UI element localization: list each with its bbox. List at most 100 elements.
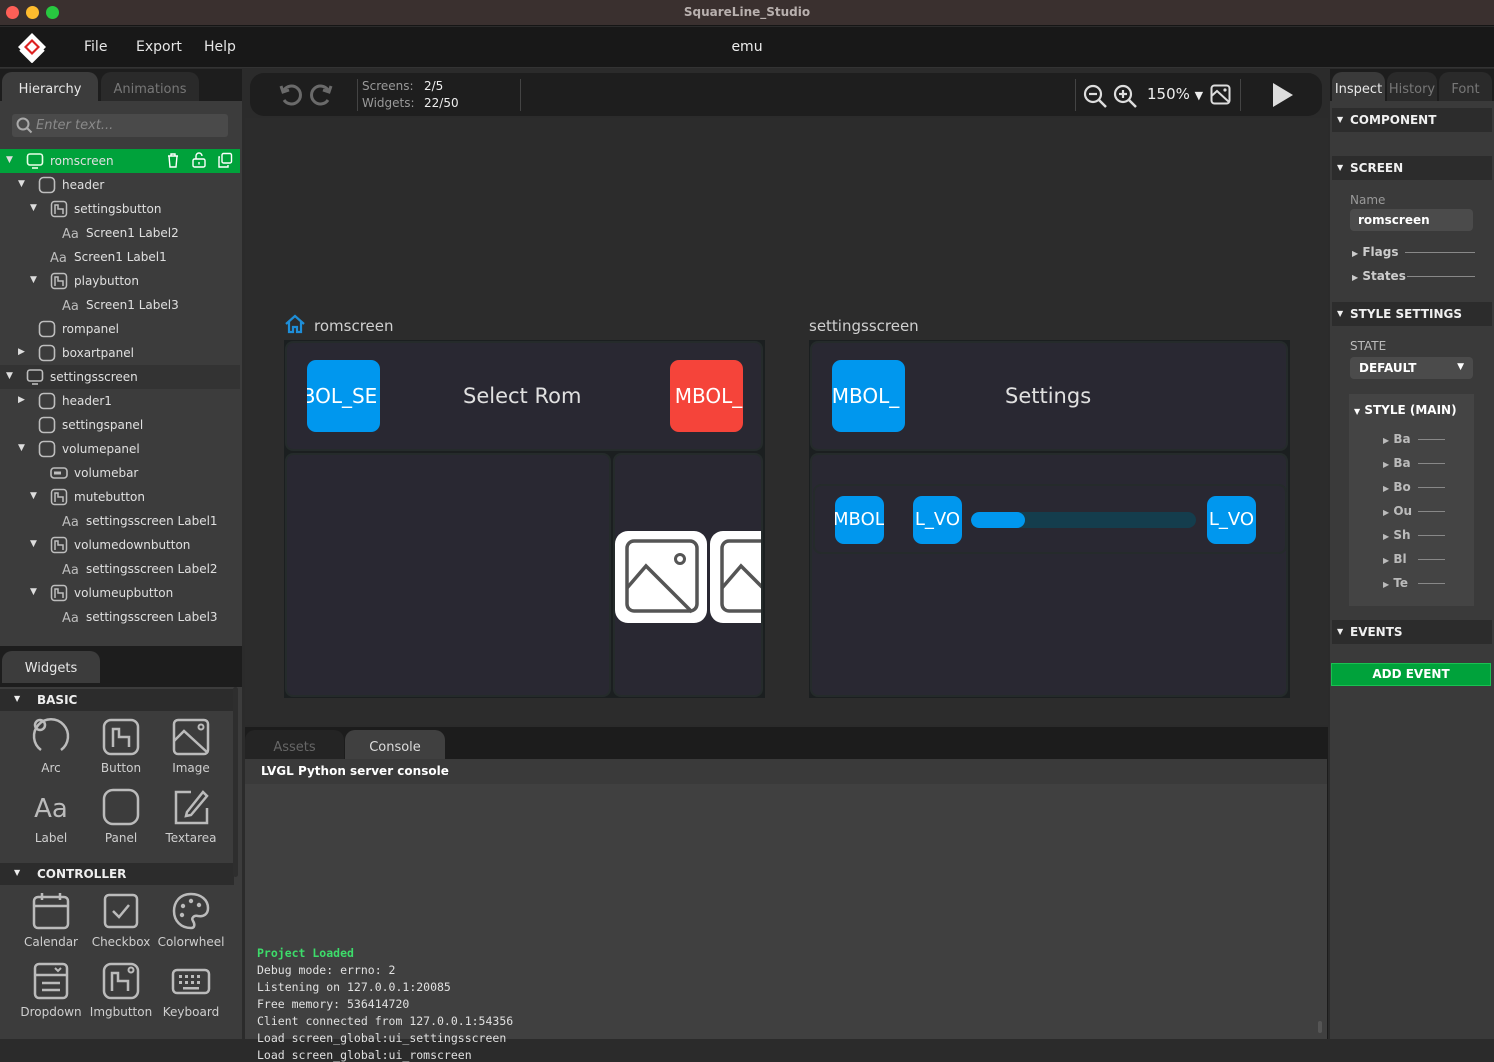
widget-dropdown[interactable]: Dropdown: [16, 961, 86, 1029]
tree-item-volumedownbutton[interactable]: ▼ volumedownbutton: [0, 533, 240, 557]
flags-toggle[interactable]: ▶ Flags: [1352, 245, 1398, 259]
section-events[interactable]: ▼ EVENTS: [1332, 620, 1492, 644]
collapse-arrow-icon[interactable]: ▼: [18, 179, 25, 189]
style-property-toggle[interactable]: ▶ Ba: [1383, 432, 1411, 446]
play-simulator-icon[interactable]: [1271, 82, 1295, 108]
tree-item-settingsscreen-label3[interactable]: Aa settingsscreen Label3: [0, 605, 240, 629]
romscreen-header-panel[interactable]: BOL_SE Select Rom MBOL_: [285, 341, 763, 451]
state-dropdown[interactable]: DEFAULT ▼: [1350, 357, 1473, 379]
hierarchy-search[interactable]: [12, 114, 228, 137]
widget-colorwheel[interactable]: Colorwheel: [156, 891, 226, 959]
play-button[interactable]: MBOL_: [670, 360, 743, 432]
collapse-arrow-icon[interactable]: ▼: [6, 155, 13, 165]
settings-header-panel[interactable]: MBOL_ Settings: [810, 341, 1288, 451]
duplicate-icon[interactable]: [217, 152, 235, 170]
settings-button[interactable]: BOL_SE: [307, 360, 380, 432]
tree-item-settingsscreen-label1[interactable]: Aa settingsscreen Label1: [0, 509, 240, 533]
hierarchy-search-input[interactable]: [36, 114, 222, 137]
category-basic[interactable]: ▼ BASIC: [0, 689, 234, 711]
tab-animations[interactable]: Animations: [101, 72, 199, 104]
widget-arc[interactable]: Arc: [16, 717, 86, 785]
back-button[interactable]: MBOL_: [832, 360, 905, 432]
tab-console[interactable]: Console: [345, 730, 445, 760]
zoom-out-icon[interactable]: [1082, 83, 1108, 109]
widget-imgbutton[interactable]: Imgbutton: [86, 961, 156, 1029]
tab-font[interactable]: Font: [1439, 72, 1492, 104]
widget-label[interactable]: Aa Label: [16, 787, 86, 855]
tree-item-romscreen[interactable]: ▼ romscreen: [0, 149, 240, 173]
volume-down-button[interactable]: L_VO: [913, 496, 962, 544]
rom-panel[interactable]: [285, 453, 611, 697]
widget-calendar[interactable]: Calendar: [16, 891, 86, 959]
settingsscreen-frame[interactable]: MBOL_ Settings MBOL L_VO L_VO: [809, 340, 1290, 698]
tree-item-volumeupbutton[interactable]: ▼ volumeupbutton: [0, 581, 240, 605]
mute-button[interactable]: MBOL: [835, 496, 884, 544]
style-main-toggle[interactable]: ▼ STYLE (MAIN): [1354, 403, 1457, 417]
volume-up-button[interactable]: L_VO: [1207, 496, 1256, 544]
style-property-toggle[interactable]: ▶ Sh: [1383, 528, 1411, 542]
design-canvas[interactable]: romscreen BOL_SE Select Rom MBOL_ settin…: [245, 118, 1328, 725]
section-screen[interactable]: ▼ SCREEN: [1332, 156, 1492, 180]
boxart-panel[interactable]: [613, 453, 763, 697]
settings-panel[interactable]: MBOL L_VO L_VO: [810, 453, 1288, 697]
widget-button[interactable]: Button: [86, 717, 156, 785]
background-image-icon[interactable]: [1210, 84, 1231, 105]
tab-hierarchy[interactable]: Hierarchy: [2, 72, 98, 104]
tab-history[interactable]: History: [1387, 72, 1437, 104]
collapse-arrow-icon[interactable]: ▼: [30, 491, 37, 501]
collapse-arrow-icon[interactable]: ▼: [30, 275, 37, 285]
widgets-scrollbar[interactable]: [233, 687, 238, 877]
volume-bar[interactable]: [971, 512, 1196, 528]
undo-icon[interactable]: [278, 82, 304, 108]
collapse-arrow-icon[interactable]: ▼: [6, 371, 13, 381]
widget-panel[interactable]: Panel: [86, 787, 156, 855]
tree-item-screen1-label2[interactable]: Aa Screen1 Label2: [0, 221, 240, 245]
tree-item-settingsbutton[interactable]: ▼ settingsbutton: [0, 197, 240, 221]
tab-assets[interactable]: Assets: [245, 730, 344, 760]
collapse-arrow-icon[interactable]: ▼: [30, 203, 37, 213]
widget-checkbox[interactable]: Checkbox: [86, 891, 156, 959]
romscreen-title[interactable]: romscreen: [314, 317, 394, 335]
tree-item-boxartpanel[interactable]: ▶ boxartpanel: [0, 341, 240, 365]
style-property-toggle[interactable]: ▶ Ba: [1383, 456, 1411, 470]
expand-arrow-icon[interactable]: ▶: [18, 347, 25, 357]
unlock-icon[interactable]: [191, 152, 209, 170]
add-event-button[interactable]: ADD EVENT: [1331, 663, 1491, 686]
tree-item-rompanel[interactable]: rompanel: [0, 317, 240, 341]
screen-name-input[interactable]: romscreen: [1350, 209, 1473, 231]
style-property-toggle[interactable]: ▶ Ou: [1383, 504, 1412, 518]
section-component[interactable]: ▼ COMPONENT: [1332, 108, 1492, 132]
style-property-toggle[interactable]: ▶ Te: [1383, 576, 1408, 590]
tree-item-screen1-label3[interactable]: Aa Screen1 Label3: [0, 293, 240, 317]
collapse-arrow-icon[interactable]: ▼: [18, 443, 25, 453]
collapse-arrow-icon[interactable]: ▼: [30, 587, 37, 597]
tree-item-header[interactable]: ▼ header: [0, 173, 240, 197]
tree-item-volumebar[interactable]: volumebar: [0, 461, 240, 485]
trash-icon[interactable]: [165, 152, 183, 170]
collapse-arrow-icon[interactable]: ▼: [30, 539, 37, 549]
select-rom-label[interactable]: Select Rom: [463, 384, 581, 408]
widget-image[interactable]: Image: [156, 717, 226, 785]
redo-icon[interactable]: [308, 82, 334, 108]
settingsscreen-title[interactable]: settingsscreen: [809, 317, 919, 335]
section-style-settings[interactable]: ▼ STYLE SETTINGS: [1332, 302, 1492, 326]
console-scrollbar[interactable]: [1318, 1021, 1322, 1033]
tab-inspect[interactable]: Inspect: [1332, 72, 1385, 104]
tree-item-settingsscreen[interactable]: ▼ settingsscreen: [0, 365, 240, 389]
tree-item-settingsscreen-label2[interactable]: Aa settingsscreen Label2: [0, 557, 240, 581]
tab-widgets[interactable]: Widgets: [2, 651, 100, 683]
settings-label[interactable]: Settings: [1005, 384, 1091, 408]
zoom-in-icon[interactable]: [1112, 83, 1138, 109]
tree-item-screen1-label1[interactable]: Aa Screen1 Label1: [0, 245, 240, 269]
volume-panel[interactable]: MBOL L_VO L_VO: [813, 484, 1287, 554]
tree-item-header1[interactable]: ▶ header1: [0, 389, 240, 413]
category-controller[interactable]: ▼ CONTROLLER: [0, 863, 234, 885]
romscreen-frame[interactable]: BOL_SE Select Rom MBOL_: [284, 340, 765, 698]
style-property-toggle[interactable]: ▶ Bo: [1383, 480, 1411, 494]
expand-arrow-icon[interactable]: ▶: [18, 395, 25, 405]
widget-keyboard[interactable]: Keyboard: [156, 961, 226, 1029]
tree-item-playbutton[interactable]: ▼ playbutton: [0, 269, 240, 293]
tree-item-settingspanel[interactable]: settingspanel: [0, 413, 240, 437]
tree-item-mutebutton[interactable]: ▼ mutebutton: [0, 485, 240, 509]
zoom-level-dropdown[interactable]: 150% ▼: [1147, 85, 1203, 103]
